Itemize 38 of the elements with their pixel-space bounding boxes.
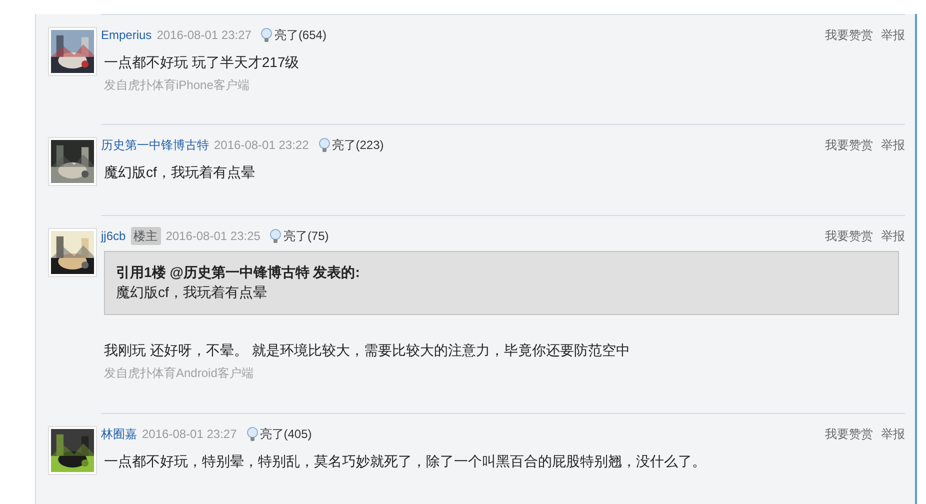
tip-link[interactable]: 我要赞赏 — [825, 425, 873, 443]
lightbulb-icon — [246, 426, 259, 442]
like-button[interactable]: 亮了(405) — [246, 425, 312, 443]
like-button[interactable]: 亮了(223) — [318, 136, 384, 154]
post-time: 2016-08-01 23:22 — [214, 137, 309, 154]
mention-link[interactable]: @历史第一中锋博古特 — [170, 264, 310, 280]
username-link[interactable]: 林囿嘉 — [101, 425, 137, 443]
post-time: 2016-08-01 23:27 — [156, 27, 252, 44]
quote-heading: 引用1楼 @历史第一中锋博古特 发表的: — [116, 263, 361, 282]
post-text: 我刚玩 还好呀，不晕。 就是环境比较大，需要比较大的注意力，毕竟你还要防范空中 — [104, 341, 631, 359]
post-time: 2016-08-01 23:27 — [142, 426, 237, 443]
post-text: 一点都不好玩，特别晕，特别乱，莫名巧妙就死了，除了一个叫黑百合的屁股特别翘，没什么了。 — [104, 452, 707, 470]
like-button[interactable]: 亮了(75) — [269, 227, 329, 245]
tip-link[interactable]: 我要赞赏 — [825, 227, 873, 245]
tip-link[interactable]: 我要赞赏 — [825, 136, 873, 154]
username-link[interactable]: 历史第一中锋博古特 — [101, 136, 209, 154]
quote-text: 魔幻版cf，我玩着有点晕 — [116, 283, 268, 302]
tip-link[interactable]: 我要赞赏 — [825, 26, 873, 44]
report-link[interactable]: 举报 — [881, 425, 905, 443]
avatar[interactable] — [48, 228, 97, 277]
avatar[interactable] — [48, 137, 97, 186]
post-text: 魔幻版cf，我玩着有点晕 — [104, 163, 256, 181]
post-text: 一点都不好玩 玩了半天才217级 — [104, 53, 300, 71]
post-time: 2016-08-01 23:25 — [166, 228, 260, 245]
lightbulb-icon — [269, 228, 282, 244]
lightbulb-icon — [260, 28, 274, 42]
report-link[interactable]: 举报 — [881, 136, 905, 154]
avatar[interactable] — [48, 426, 97, 475]
source-note: 发自虎扑体育Android客户端 — [104, 365, 254, 382]
owner-tag: 楼主 — [130, 227, 161, 245]
source-note: 发自虎扑体育iPhone客户端 — [104, 77, 250, 94]
like-button[interactable]: 亮了(654) — [260, 26, 326, 44]
lightbulb-icon — [318, 138, 331, 152]
username-link[interactable]: Emperius — [101, 26, 152, 44]
report-link[interactable]: 举报 — [881, 227, 905, 245]
username-link[interactable]: jj6cb — [101, 227, 126, 245]
report-link[interactable]: 举报 — [881, 26, 905, 44]
avatar[interactable] — [48, 27, 97, 76]
